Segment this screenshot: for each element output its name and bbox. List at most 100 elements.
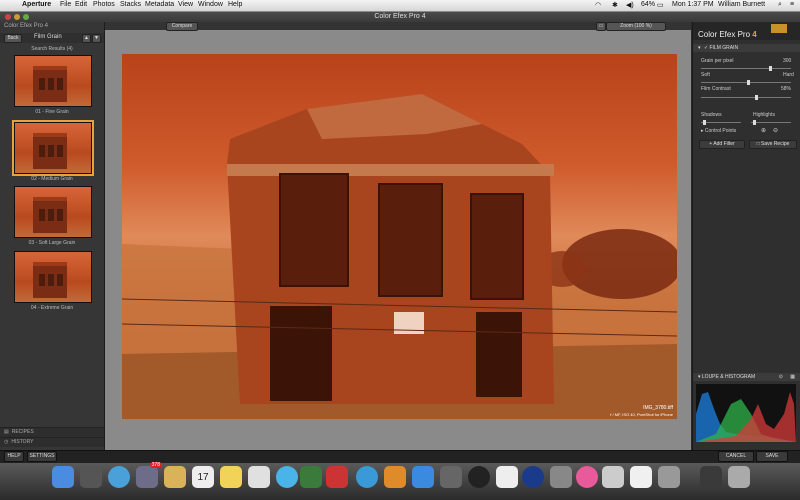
- menubar-time[interactable]: Mon 1:37 PM: [672, 1, 714, 8]
- volume-icon[interactable]: ◀): [626, 1, 634, 9]
- bluetooth-icon[interactable]: ✱: [612, 1, 618, 9]
- down-arrow-icon[interactable]: ▼: [92, 34, 101, 43]
- film-contrast-slider[interactable]: [701, 95, 791, 100]
- softness-slider[interactable]: [701, 80, 791, 85]
- section-title: LOUPE & HISTOGRAM: [701, 374, 756, 380]
- photo-booth-icon[interactable]: [326, 466, 348, 488]
- grain-per-pixel-value: 300: [783, 58, 792, 64]
- cancel-button[interactable]: CANCEL: [718, 451, 754, 462]
- spotlight-icon[interactable]: ⌕: [778, 1, 782, 9]
- color-wheel-icon[interactable]: [576, 466, 598, 488]
- menu-stacks[interactable]: Stacks: [120, 1, 141, 8]
- recipes-section[interactable]: ▤ RECIPES: [0, 427, 104, 437]
- up-arrow-icon[interactable]: ▲: [82, 34, 91, 43]
- slider-knob[interactable]: [703, 120, 706, 125]
- loupe-icon[interactable]: ⊙: [779, 373, 783, 381]
- textedit-icon[interactable]: [602, 466, 624, 488]
- photo-filename: IMG_3780.tiff: [643, 405, 673, 411]
- add-control-point-icon[interactable]: ⊕: [761, 127, 766, 134]
- zoom-icon[interactable]: ▭: [596, 22, 606, 31]
- menu-photos[interactable]: Photos: [93, 1, 115, 8]
- itunes-icon[interactable]: [356, 466, 378, 488]
- facetime-icon[interactable]: [300, 466, 322, 488]
- contacts-icon[interactable]: [164, 466, 186, 488]
- remove-control-point-icon[interactable]: ⊖: [773, 127, 778, 134]
- shadows-slider[interactable]: [701, 120, 741, 125]
- loupe-histogram-section[interactable]: ▾ LOUPE & HISTOGRAM ⊙ ▦: [693, 373, 800, 381]
- preset-thumbnail-1[interactable]: [14, 55, 92, 107]
- zoom-window-icon[interactable]: [23, 14, 29, 20]
- checkbox-icon[interactable]: ✓: [704, 45, 708, 51]
- preset-label-2: 02 - Medium Grain: [31, 176, 73, 182]
- scrivener-icon[interactable]: [496, 466, 518, 488]
- help-button[interactable]: HELP: [4, 451, 24, 462]
- save-recipe-button[interactable]: □ Save Recipe: [749, 140, 797, 149]
- close-window-icon[interactable]: [5, 14, 11, 20]
- film-grain-section[interactable]: ▾ ✓ FILM GRAIN: [693, 44, 800, 52]
- preview-icon[interactable]: [440, 466, 462, 488]
- compare-button[interactable]: Compare: [166, 22, 198, 31]
- preset-thumbnail-4[interactable]: [14, 251, 92, 303]
- downloads-stack-icon[interactable]: [700, 466, 722, 488]
- quicktime-icon[interactable]: [522, 466, 544, 488]
- expand-icon: ▾: [698, 374, 701, 380]
- app-store-icon[interactable]: [412, 466, 434, 488]
- preset-thumbnail-2[interactable]: [12, 120, 94, 176]
- settings-button[interactable]: SETTINGS: [27, 451, 57, 462]
- battery-icon: ▭: [657, 2, 664, 9]
- notes-app-icon[interactable]: [630, 466, 652, 488]
- menu-edit[interactable]: Edit: [75, 1, 87, 8]
- ibooks-icon[interactable]: [384, 466, 406, 488]
- minimize-window-icon[interactable]: [14, 14, 20, 20]
- preset-thumbnail-3[interactable]: [14, 186, 92, 238]
- save-button[interactable]: SAVE: [756, 451, 788, 462]
- slider-knob[interactable]: [753, 120, 756, 125]
- zoom-select[interactable]: Zoom (100 %): [606, 22, 666, 31]
- histogram-icon[interactable]: ▦: [790, 373, 795, 381]
- aperture-icon[interactable]: [468, 466, 490, 488]
- battery-percent[interactable]: 64%: [641, 1, 655, 8]
- photoshop-icon[interactable]: [550, 466, 572, 488]
- product-logo: Color Efex Pro 4: [698, 30, 757, 39]
- menu-app[interactable]: Aperture: [22, 1, 51, 8]
- menubar-user[interactable]: William Burnett: [718, 1, 765, 8]
- slider-knob[interactable]: [747, 80, 750, 85]
- messages-icon[interactable]: [276, 466, 298, 488]
- film-contrast-label: Film Contrast: [701, 86, 731, 92]
- notes-icon[interactable]: [220, 466, 242, 488]
- section-title: FILM GRAIN: [709, 45, 739, 51]
- recipes-icon: ▤: [4, 429, 9, 435]
- menu-help[interactable]: Help: [228, 1, 242, 8]
- menu-window[interactable]: Window: [198, 1, 223, 8]
- right-panel-header: Color Efex Pro 4: [693, 22, 800, 40]
- reminders-icon[interactable]: [248, 466, 270, 488]
- photo-preview[interactable]: IMG_3780.tiff f / MF, ISO 40, PureShot f…: [122, 54, 677, 419]
- mail-icon[interactable]: 378: [136, 462, 162, 488]
- launchpad-icon[interactable]: [80, 466, 102, 488]
- building-photo: [122, 94, 677, 419]
- menu-metadata[interactable]: Metadata: [145, 1, 174, 8]
- wifi-icon[interactable]: ◠: [595, 1, 601, 9]
- bottom-bar: [0, 450, 800, 463]
- menu-view[interactable]: View: [178, 1, 193, 8]
- trash-icon[interactable]: [728, 466, 750, 488]
- control-points-label[interactable]: ▸ Control Points: [701, 128, 736, 134]
- safari-icon[interactable]: [108, 466, 130, 488]
- back-button[interactable]: Back: [4, 34, 22, 43]
- calendar-icon[interactable]: 17: [192, 466, 214, 488]
- finder-icon[interactable]: [52, 466, 74, 488]
- slider-knob[interactable]: [769, 66, 772, 71]
- highlights-slider[interactable]: [751, 120, 791, 125]
- window-title: Color Efex Pro 4: [374, 13, 426, 20]
- history-section[interactable]: ◷ HISTORY: [0, 437, 104, 447]
- trash-docs-icon[interactable]: [658, 466, 680, 488]
- mail-badge: 378: [149, 462, 162, 468]
- left-panel-title: Color Efex Pro 4: [4, 23, 49, 29]
- menu-file[interactable]: File: [60, 1, 71, 8]
- add-filter-button[interactable]: + Add Filter: [699, 140, 745, 149]
- slider-knob[interactable]: [755, 95, 758, 100]
- notification-icon[interactable]: ≡: [790, 1, 794, 8]
- history-icon: ◷: [4, 439, 9, 445]
- search-results-label: Search Results (4): [31, 46, 73, 52]
- grain-per-pixel-slider[interactable]: [701, 66, 791, 71]
